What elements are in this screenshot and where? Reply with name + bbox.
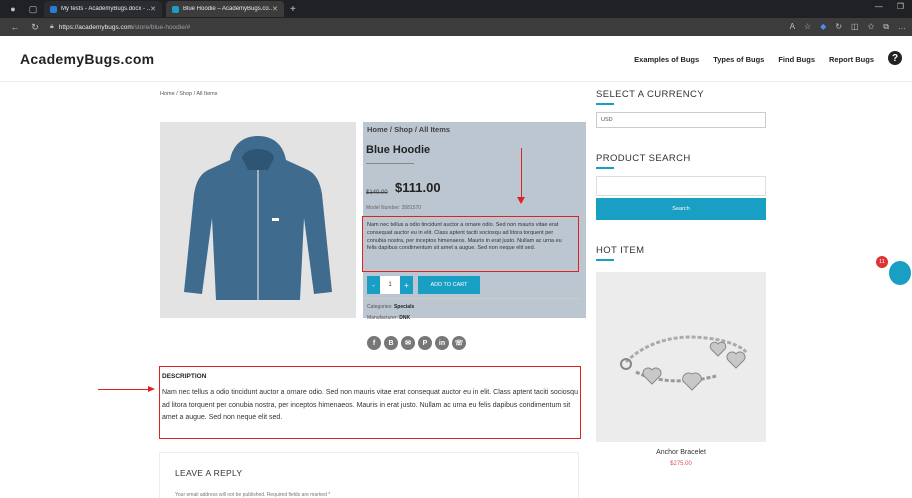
favorite-star-icon[interactable]: ☆ [804,22,811,32]
close-tab-icon[interactable]: ✕ [150,5,156,13]
restore-icon[interactable]: ❐ [897,2,904,11]
qty-minus-button[interactable]: - [367,276,380,294]
hot-item-image[interactable] [596,272,766,442]
lock-icon: 🔒︎ [50,23,54,30]
new-tab-icon[interactable]: + [290,4,296,15]
search-heading: PRODUCT SEARCH [596,153,691,164]
bug-report-icon[interactable] [889,261,911,285]
site-favicon-icon [172,5,179,13]
back-icon[interactable]: ← [10,22,20,32]
qty-input[interactable]: 1 [380,276,400,294]
bracelet-image [620,335,748,391]
heading-underline [596,167,614,169]
browser-address-bar: ← ↻ 🔒︎ https://academybugs.com/store/blu… [0,18,912,36]
window-controls: — ❐ [875,2,904,11]
help-icon[interactable]: ? [888,51,902,65]
add-to-cart-button[interactable]: ADD TO CART [418,276,480,294]
pinterest-icon[interactable]: P [418,336,432,350]
annotation-arrow-head [517,197,525,204]
workspaces-icon[interactable]: ▢ [26,2,40,16]
currency-select[interactable]: USD [596,112,766,128]
split-screen-icon[interactable]: ◫ [851,22,859,32]
annotation-arrow-down [521,148,522,198]
facebook-icon[interactable]: f [367,336,381,350]
whatsapp-icon[interactable]: ☏ [452,336,466,350]
close-tab-icon[interactable]: ✕ [272,5,278,13]
sale-price: $111.00 [395,180,441,195]
description-text: Nam nec tellus a odio tincidunt auctor a… [162,389,578,421]
word-icon [50,5,57,13]
hot-item-price: $275.00 [670,461,692,467]
read-aloud-icon[interactable]: A [790,22,795,32]
nav-report-bugs[interactable]: Report Bugs [829,55,874,64]
old-price: $140.00 [366,190,388,196]
refresh-icon[interactable]: ↻ [30,22,40,33]
site-logo[interactable]: AcademyBugs.com [20,51,154,67]
heading-underline [596,103,614,105]
nav-types-of-bugs[interactable]: Types of Bugs [713,55,764,64]
site-header: AcademyBugs.com Examples of Bugs Types o… [0,36,912,82]
hoodie-image [184,136,332,300]
description-highlight: DESCRIPTION Nam nec tellus a odio tincid… [159,366,581,439]
minimize-icon[interactable]: — [875,2,883,11]
meta-divider [363,298,579,299]
browser-tab-bar: ● ▢ My tests - AcademyBugs.docx - ... ✕ … [0,0,912,18]
nav-examples-of-bugs[interactable]: Examples of Bugs [634,55,699,64]
hot-item-heading: HOT ITEM [596,245,645,256]
qty-plus-button[interactable]: + [400,276,413,294]
url-field[interactable]: 🔒︎ https://academybugs.com/store/blue-ho… [50,23,190,31]
breadcrumb: Home / Shop / All Items [160,91,218,97]
product-manufacturer: Manufacturer: DNK [367,315,411,321]
heading-underline [596,259,614,261]
annotation-arrow-head [148,386,155,392]
more-icon[interactable]: … [898,22,906,32]
description-heading: DESCRIPTION [162,373,207,380]
product-title: Blue Hoodie [366,144,431,156]
favorites-icon[interactable]: ✩ [868,22,875,32]
linkedin-icon[interactable]: in [435,336,449,350]
browser-toolbar: A ☆ ◆ ↻ ◫ ✩ ⧉ … [790,22,906,32]
share-icons: f B ✉ P in ☏ [367,336,466,350]
title-divider [366,163,414,164]
collections-icon[interactable]: ⧉ [883,22,889,32]
email-icon[interactable]: ✉ [401,336,415,350]
annotation-arrow-right [98,389,148,390]
product-search-input[interactable] [596,176,766,196]
nav-find-bugs[interactable]: Find Bugs [778,55,815,64]
product-breadcrumb: Home / Shop / All Items [367,125,451,134]
extension-icon[interactable]: ◆ [820,22,826,32]
product-image[interactable] [160,122,356,318]
short-description-highlight: Nam nec tellus a odio tincidunt auctor a… [362,216,579,272]
browser-tab-1[interactable]: My tests - AcademyBugs.docx - ... ✕ [44,1,162,17]
category-link[interactable]: Specials [394,304,414,310]
product-categories: Categories: Specials [367,304,415,310]
bug-count-badge: 11 [876,256,888,268]
currency-heading: SELECT A CURRENCY [596,89,704,100]
refresh-extension-icon[interactable]: ↻ [835,22,842,32]
hot-item-name[interactable]: Anchor Bracelet [596,449,766,456]
search-button[interactable]: Search [596,198,766,220]
reply-note: Your email address will not be published… [175,492,331,498]
short-description-text: Nam nec tellus a odio tincidunt auctor a… [367,222,562,252]
blogger-icon[interactable]: B [384,336,398,350]
quantity-stepper: - 1 + ADD TO CART [367,276,480,294]
model-number: Model Number: 3581570 [366,205,422,211]
manufacturer-link[interactable]: DNK [399,315,410,321]
profile-icon[interactable]: ● [6,2,20,16]
reply-heading: LEAVE A REPLY [175,468,243,478]
main-nav: Examples of Bugs Types of Bugs Find Bugs… [634,55,874,64]
browser-tab-2[interactable]: Blue Hoodie – AcademyBugs.co... ✕ [166,1,284,17]
